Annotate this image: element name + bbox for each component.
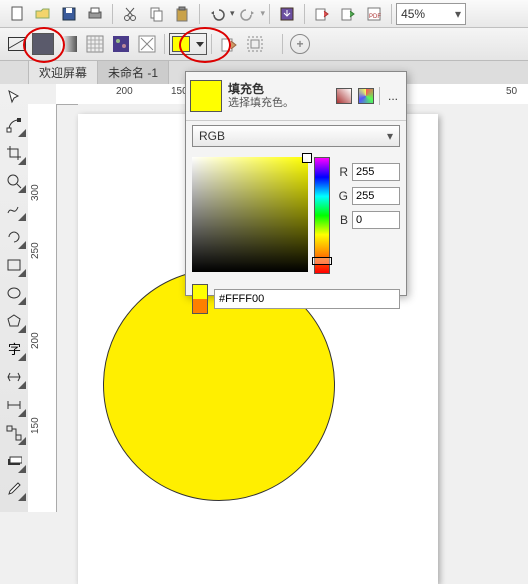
table-tool[interactable] <box>3 366 25 388</box>
new-doc-button[interactable] <box>5 2 29 26</box>
edit-fill-button[interactable] <box>243 32 267 56</box>
popup-header: 填充色 选择填充色。 ... <box>186 72 406 121</box>
toolbox: 字 <box>0 84 29 512</box>
zoom-combo[interactable]: 45% <box>396 3 466 25</box>
color-model-label: RGB <box>199 129 225 143</box>
g-input[interactable] <box>352 187 400 205</box>
smart-fill-tool[interactable] <box>3 226 25 248</box>
paste-button[interactable] <box>170 2 194 26</box>
tab-welcome[interactable]: 欢迎屏幕 <box>29 61 98 85</box>
export-a-button[interactable] <box>310 2 334 26</box>
freehand-tool[interactable] <box>3 198 25 220</box>
no-fill-button[interactable] <box>4 31 30 57</box>
postscript-fill-button[interactable] <box>135 32 159 56</box>
export-pdf-button[interactable]: PDF <box>362 2 386 26</box>
cut-button[interactable] <box>118 2 142 26</box>
zoom-value: 45% <box>401 7 425 21</box>
zoom-tool[interactable] <box>3 170 25 192</box>
svg-text:PDF: PDF <box>369 14 381 20</box>
polygon-tool[interactable] <box>3 310 25 332</box>
add-button[interactable]: + <box>288 32 312 56</box>
pick-tool[interactable] <box>3 86 25 108</box>
fill-color-split-button[interactable] <box>169 33 207 55</box>
saturation-value-picker[interactable] <box>192 157 308 272</box>
ruler-label: 200 <box>30 332 41 349</box>
color-model-combo[interactable]: RGB <box>192 125 400 147</box>
hue-slider[interactable] <box>314 157 330 274</box>
dimension-tool[interactable] <box>3 394 25 416</box>
rectangle-tool[interactable] <box>3 254 25 276</box>
ruler-label: 150 <box>30 417 41 434</box>
vertical-ruler: 300 250 200 150 <box>28 104 57 512</box>
g-label: G <box>336 189 348 203</box>
eyedropper-tool[interactable] <box>3 478 25 500</box>
ruler-label: 200 <box>116 86 133 97</box>
undo-dropdown[interactable]: ▾ <box>230 8 235 19</box>
ellipse-tool[interactable] <box>3 282 25 304</box>
undo-button[interactable] <box>205 2 229 26</box>
more-options-button[interactable]: ... <box>384 89 402 103</box>
current-fill-swatch <box>190 80 222 112</box>
old-new-color-swatch <box>192 284 208 314</box>
crop-tool[interactable] <box>3 142 25 164</box>
pattern-fill-button[interactable] <box>83 32 107 56</box>
redo-dropdown[interactable]: ▾ <box>261 8 266 19</box>
print-button[interactable] <box>83 2 107 26</box>
open-button[interactable] <box>31 2 55 26</box>
r-label: R <box>336 165 348 179</box>
redo-button[interactable] <box>236 2 260 26</box>
copy-fill-button[interactable] <box>217 32 241 56</box>
hue-indicator <box>312 257 332 265</box>
hex-input[interactable] <box>214 289 400 309</box>
palette-icon[interactable] <box>336 88 352 104</box>
b-input[interactable] <box>352 211 400 229</box>
export-b-button[interactable] <box>336 2 360 26</box>
texture-fill-button[interactable] <box>109 32 133 56</box>
tab-document[interactable]: 未命名 -1 <box>98 61 169 85</box>
color-palette-icon[interactable] <box>358 88 374 104</box>
copy-button[interactable] <box>144 2 168 26</box>
ruler-label: 300 <box>30 184 41 201</box>
b-label: B <box>336 213 348 227</box>
effects-tool[interactable] <box>3 450 25 472</box>
ruler-label: 250 <box>30 242 41 259</box>
shape-tool[interactable] <box>3 114 25 136</box>
main-toolbar: ▾ ▾ PDF 45% <box>0 0 528 28</box>
text-tool[interactable]: 字 <box>3 338 25 360</box>
property-bar: + <box>0 28 528 61</box>
popup-subtitle: 选择填充色。 <box>228 96 329 110</box>
uniform-fill-swatch[interactable] <box>32 33 54 55</box>
ruler-label: 50 <box>506 86 517 97</box>
fill-color-popup: 填充色 选择填充色。 ... RGB R G B <box>185 71 407 296</box>
connector-tool[interactable] <box>3 422 25 444</box>
fountain-fill-button[interactable] <box>57 32 81 56</box>
sv-indicator <box>302 153 312 163</box>
r-input[interactable] <box>352 163 400 181</box>
save-button[interactable] <box>57 2 81 26</box>
popup-title: 填充色 <box>228 82 329 96</box>
import-button[interactable] <box>275 2 299 26</box>
